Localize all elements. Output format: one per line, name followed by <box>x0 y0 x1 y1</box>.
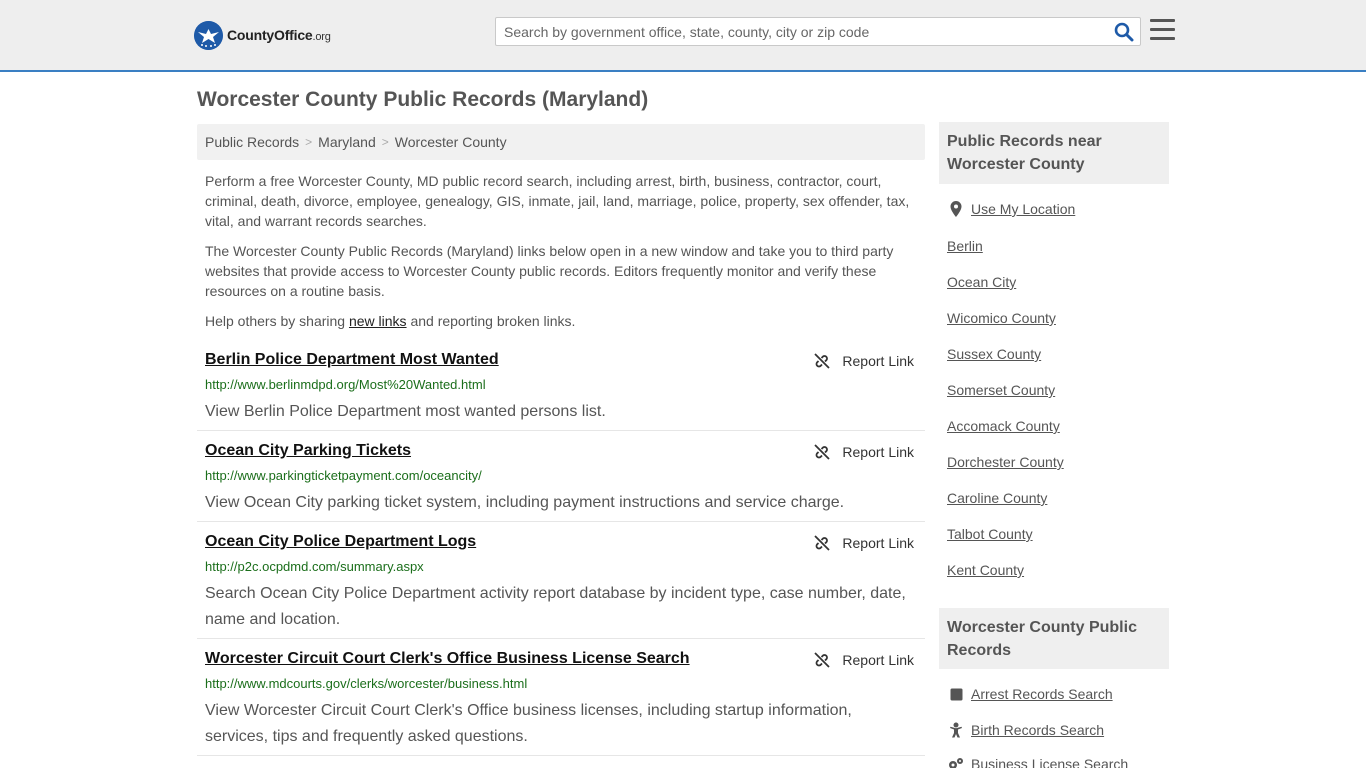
baby-icon <box>947 722 965 738</box>
record-url: http://www.parkingticketpayment.com/ocea… <box>205 468 482 483</box>
search-input[interactable] <box>504 18 1104 45</box>
broken-link-icon <box>814 353 831 369</box>
record-description: View Berlin Police Department most wante… <box>205 403 606 420</box>
share-paragraph: Help others by sharing new links and rep… <box>205 313 576 329</box>
broken-link-icon <box>814 652 831 668</box>
broken-link-icon <box>814 535 831 551</box>
record-description: View Ocean City parking ticket system, i… <box>205 494 845 511</box>
site-logo[interactable]: CountyOffice.org <box>194 20 331 50</box>
report-link-button[interactable]: Report Link <box>814 444 914 460</box>
report-link-button[interactable]: Report Link <box>814 535 914 551</box>
breadcrumb-separator: > <box>381 135 389 149</box>
record-title-link[interactable]: Worcester Circuit Court Clerk's Office B… <box>205 650 690 668</box>
menu-bar-icon <box>1150 37 1175 40</box>
nearby-link-ocean-city[interactable]: Ocean City <box>947 274 1016 290</box>
breadcrumb-worcester-county[interactable]: Worcester County <box>395 134 507 150</box>
site-header: CountyOffice.org <box>0 0 1366 72</box>
record-title-link[interactable]: Berlin Police Department Most Wanted <box>205 351 499 369</box>
nearby-link-caroline-county[interactable]: Caroline County <box>947 490 1047 506</box>
record-url: http://p2c.ocpdmd.com/summary.aspx <box>205 559 424 574</box>
map-marker-icon <box>947 201 965 217</box>
breadcrumb: Public Records > Maryland > Worcester Co… <box>197 124 925 160</box>
record-description: View Worcester Circuit Court Clerk's Off… <box>205 702 852 745</box>
nearby-link-sussex-county[interactable]: Sussex County <box>947 346 1041 362</box>
nearby-link-dorchester-county[interactable]: Dorchester County <box>947 454 1064 470</box>
record-url: http://www.berlinmdpd.org/Most%20Wanted.… <box>205 377 486 392</box>
record-item: Ocean City Parking Tickets Report Link h… <box>197 442 925 522</box>
eagle-logo-icon <box>194 20 223 50</box>
broken-link-icon <box>814 444 831 460</box>
nearby-link-kent-county[interactable]: Kent County <box>947 562 1024 578</box>
search-icon <box>1114 22 1134 42</box>
report-link-button[interactable]: Report Link <box>814 353 914 369</box>
county-records-heading: Worcester County Public Records <box>939 608 1169 669</box>
nearby-link-somerset-county[interactable]: Somerset County <box>947 382 1055 398</box>
breadcrumb-separator: > <box>305 135 313 149</box>
gears-icon <box>947 756 965 768</box>
menu-bar-icon <box>1150 28 1175 31</box>
disclaimer-paragraph: The Worcester County Public Records (Mar… <box>205 243 894 299</box>
use-location-item: Use My Location <box>947 201 1075 217</box>
sidebar-record-item: Business License Search <box>947 756 1128 768</box>
record-description: Search Ocean City Police Department acti… <box>205 585 906 628</box>
intro-paragraph: Perform a free Worcester County, MD publ… <box>205 173 910 229</box>
record-item: Ocean City Police Department Logs Report… <box>197 533 925 639</box>
nearby-link-talbot-county[interactable]: Talbot County <box>947 526 1033 542</box>
record-url: http://www.mdcourts.gov/clerks/worcester… <box>205 676 528 691</box>
logo-text: CountyOffice.org <box>227 27 331 43</box>
business-license-search-link[interactable]: Business License Search <box>971 756 1128 768</box>
record-item: Berlin Police Department Most Wanted Rep… <box>197 351 925 431</box>
use-my-location-link[interactable]: Use My Location <box>971 201 1075 217</box>
search-box <box>495 17 1141 46</box>
sidebar-record-item: Arrest Records Search <box>947 686 1113 702</box>
birth-records-search-link[interactable]: Birth Records Search <box>971 722 1104 738</box>
arrest-records-search-link[interactable]: Arrest Records Search <box>971 686 1113 702</box>
nearby-link-accomack-county[interactable]: Accomack County <box>947 418 1060 434</box>
square-icon <box>947 686 965 702</box>
breadcrumb-maryland[interactable]: Maryland <box>318 134 376 150</box>
search-button[interactable] <box>1114 22 1134 42</box>
hamburger-menu-button[interactable] <box>1150 19 1175 41</box>
record-title-link[interactable]: Ocean City Police Department Logs <box>205 533 476 551</box>
nearby-records-heading: Public Records near Worcester County <box>939 122 1169 184</box>
nearby-link-wicomico-county[interactable]: Wicomico County <box>947 310 1056 326</box>
menu-bar-icon <box>1150 19 1175 22</box>
record-title-link[interactable]: Ocean City Parking Tickets <box>205 442 411 460</box>
report-link-button[interactable]: Report Link <box>814 652 914 668</box>
breadcrumb-public-records[interactable]: Public Records <box>205 134 299 150</box>
record-item: Worcester Circuit Court Clerk's Office B… <box>197 650 925 756</box>
sidebar-record-item: Birth Records Search <box>947 722 1104 738</box>
page-title: Worcester County Public Records (Marylan… <box>197 88 649 111</box>
nearby-link-berlin[interactable]: Berlin <box>947 238 983 254</box>
new-links-link[interactable]: new links <box>349 313 407 329</box>
